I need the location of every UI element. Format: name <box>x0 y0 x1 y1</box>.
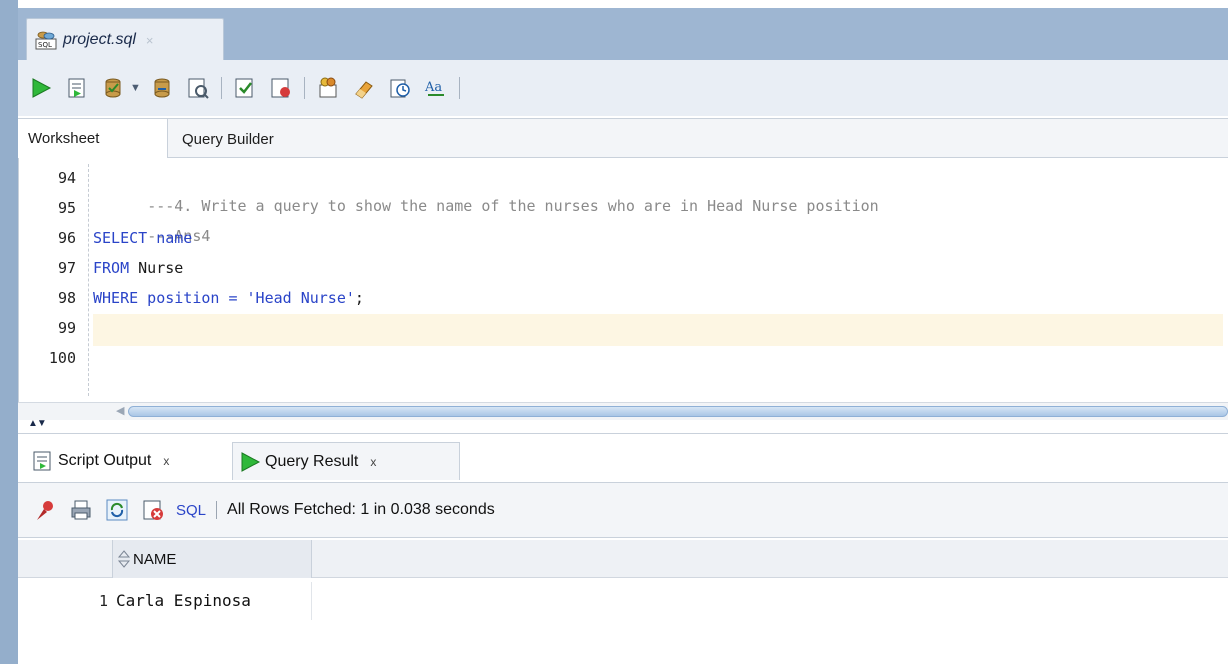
tab-project-sql[interactable]: SQL project.sql × <box>26 18 224 61</box>
window-top-edge <box>0 0 1228 8</box>
toolbar-separator <box>303 77 305 99</box>
clock-icon <box>390 79 410 98</box>
format-button[interactable]: Aa <box>421 73 451 103</box>
current-line-highlight <box>93 314 1223 346</box>
collapse-expand-icon[interactable]: ▲▼ <box>28 418 47 429</box>
line-number: 94 <box>57 169 76 187</box>
window-left-frame <box>0 0 18 664</box>
toolbar-separator <box>216 501 218 519</box>
font-case-icon: Aa <box>424 80 444 96</box>
document-tab-strip: SQL project.sql × <box>18 8 1228 61</box>
sql-text: name <box>147 229 193 247</box>
run-script-icon <box>68 78 85 98</box>
sort-icon <box>117 550 131 568</box>
worksheet-toolbar: ▼ Aa <box>18 60 1228 116</box>
rollback-icon <box>154 78 170 98</box>
tab-worksheet[interactable]: Worksheet <box>18 119 168 158</box>
column-header-label: NAME <box>133 550 177 568</box>
line-number: 96 <box>57 229 76 247</box>
chevron-down-icon[interactable]: ▼ <box>130 82 141 94</box>
tab-query-result[interactable]: Query Result x <box>232 442 460 480</box>
pane-splitter[interactable]: ▲▼ <box>18 418 1228 434</box>
result-grid: NAME 1 Carla Espinosa <box>18 538 1228 664</box>
sql-history-button[interactable] <box>313 73 343 103</box>
code-line: SELECT name <box>93 224 1223 252</box>
code-line: WHERE position = 'Head Nurse'; <box>93 284 1223 312</box>
cancel-icon <box>143 500 163 520</box>
toolbar-separator <box>220 77 222 99</box>
commit-button[interactable] <box>98 73 128 103</box>
run-statement-icon <box>32 78 52 98</box>
svg-text:Aa: Aa <box>424 80 442 95</box>
tab-query-result-label: Query Result <box>265 452 359 470</box>
line-number: 98 <box>57 289 76 307</box>
autotrace-icon <box>188 78 209 99</box>
printer-icon <box>71 500 91 520</box>
line-number: 97 <box>57 259 76 277</box>
freeze-result-button[interactable] <box>32 497 58 523</box>
sql-developer-window: SQL project.sql × ▼ Aa Worksheet Query B… <box>0 0 1228 664</box>
result-toolbar: SQL All Rows Fetched: 1 in 0.038 seconds <box>18 482 1228 538</box>
refresh-button[interactable] <box>104 497 130 523</box>
close-icon[interactable]: x <box>370 455 376 469</box>
sql-text: position = <box>138 289 247 307</box>
refresh-icon <box>106 499 128 521</box>
explain-plan-icon <box>235 78 253 98</box>
tab-script-output-label: Script Output <box>58 452 152 469</box>
table-cell[interactable]: Carla Espinosa <box>112 582 312 620</box>
rollback-button[interactable] <box>147 73 177 103</box>
sql-keyword: FROM <box>93 259 130 277</box>
toolbar-separator <box>458 77 460 99</box>
row-number: 1 <box>98 592 108 610</box>
cancel-query-button[interactable] <box>140 497 166 523</box>
fetch-status: All Rows Fetched: 1 in 0.038 seconds <box>227 501 495 518</box>
editor-horizontal-scrollbar[interactable]: ◀ <box>18 402 1228 420</box>
script-output-icon <box>33 451 51 471</box>
sql-tuning-icon <box>271 78 290 98</box>
sql-history-icon <box>319 77 337 98</box>
code-line: ---4. Write a query to show the name of … <box>93 164 1223 215</box>
sql-keyword: WHERE <box>93 289 139 307</box>
run-icon <box>241 451 261 472</box>
history-button[interactable] <box>385 73 415 103</box>
scroll-left-icon[interactable]: ◀ <box>116 404 124 417</box>
sql-text: ; <box>354 289 364 307</box>
sql-worksheet-icon: SQL <box>35 31 57 50</box>
column-header-name[interactable]: NAME <box>112 540 312 578</box>
sql-link[interactable]: SQL <box>176 502 206 519</box>
svg-text:SQL: SQL <box>38 41 52 49</box>
tab-title: project.sql <box>63 31 136 48</box>
code-line: FROM Nurse <box>93 254 1223 282</box>
scrollbar-thumb[interactable] <box>128 406 1228 417</box>
sql-text: Nurse <box>129 259 184 277</box>
sql-editor[interactable]: 94 95 96 97 98 99 100 ---4. Write a quer… <box>18 158 1228 402</box>
table-row[interactable]: 1 Carla Espinosa <box>18 582 1228 620</box>
editor-view-tabs: Worksheet Query Builder <box>18 118 1228 158</box>
code-line: ---Ans4 <box>93 194 1223 245</box>
pin-icon <box>37 501 53 520</box>
clear-button[interactable] <box>349 73 379 103</box>
line-number: 99 <box>57 319 76 337</box>
run-statement-button[interactable] <box>26 73 56 103</box>
sql-string: 'Head Nurse' <box>246 289 355 307</box>
grid-header: NAME <box>18 540 1228 578</box>
run-script-button[interactable] <box>62 73 92 103</box>
tab-worksheet-label: Worksheet <box>28 130 100 147</box>
eraser-icon <box>355 81 373 99</box>
autotrace-button[interactable] <box>183 73 213 103</box>
close-tab-icon[interactable]: × <box>146 33 154 48</box>
line-number-gutter: 94 95 96 97 98 99 100 <box>19 164 89 396</box>
close-icon[interactable]: x <box>163 454 169 468</box>
line-number: 100 <box>48 349 76 367</box>
sql-tuning-button[interactable] <box>266 73 296 103</box>
line-number: 95 <box>57 199 76 217</box>
print-button[interactable] <box>68 497 94 523</box>
tab-script-output[interactable]: Script Output x <box>22 442 232 480</box>
explain-plan-button[interactable] <box>230 73 260 103</box>
result-tab-strip: Script Output x Query Result x <box>18 434 1228 482</box>
sql-keyword: SELECT <box>93 229 148 247</box>
tab-query-builder[interactable]: Query Builder <box>182 131 274 148</box>
commit-icon <box>105 78 121 98</box>
